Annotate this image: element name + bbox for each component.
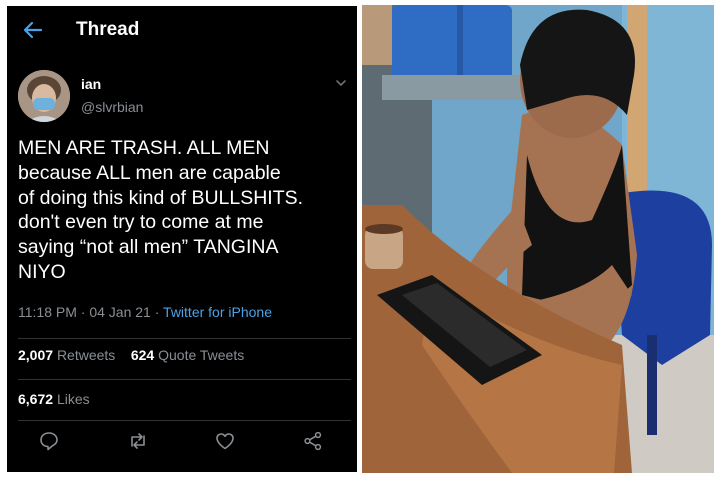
meta-separator: · [150, 304, 164, 320]
chevron-down-icon[interactable] [334, 76, 348, 90]
avatar-image [18, 70, 70, 122]
likes-label: Likes [56, 391, 90, 407]
user-handle[interactable]: @slvrbian [81, 99, 143, 115]
back-arrow-icon[interactable] [23, 20, 43, 40]
likes-stat[interactable]: 6,672 Likes [18, 391, 90, 407]
tweet-time: 11:18 PM [18, 304, 77, 320]
divider [18, 338, 351, 339]
divider [18, 420, 351, 421]
retweets-count: 2,007 [18, 347, 54, 363]
reply-icon[interactable] [38, 430, 60, 452]
person-at-laptop-photo [362, 5, 714, 473]
engagement-stats: 2,007 Retweets 624 Quote Tweets [18, 347, 244, 363]
retweets-label: Retweets [56, 347, 116, 363]
divider [18, 379, 351, 380]
tweet-text: MEN ARE TRASH. ALL MEN because ALL men a… [18, 137, 304, 283]
like-icon[interactable] [214, 430, 236, 452]
tweet-source-link[interactable]: Twitter for iPhone [163, 304, 272, 320]
likes-count: 6,672 [18, 391, 54, 407]
page-title: Thread [76, 19, 140, 40]
photo [362, 5, 714, 473]
tweet-date: 04 Jan 21 [89, 304, 151, 320]
quote-tweets-label: Quote Tweets [158, 347, 245, 363]
top-bar: Thread [7, 6, 357, 56]
quote-tweets-stat[interactable]: 624 Quote Tweets [131, 347, 244, 363]
tweet-panel: Thread ian @slvrbian MEN ARE TRASH. ALL … [7, 6, 357, 472]
tweet-meta: 11:18 PM · 04 Jan 21 · Twitter for iPhon… [18, 304, 272, 320]
display-name[interactable]: ian [81, 76, 101, 92]
share-icon[interactable] [302, 430, 324, 452]
retweet-icon[interactable] [127, 430, 149, 452]
avatar[interactable] [18, 70, 70, 122]
meta-separator: · [76, 304, 90, 320]
retweets-stat[interactable]: 2,007 Retweets [18, 347, 115, 363]
quote-tweets-count: 624 [130, 347, 155, 363]
